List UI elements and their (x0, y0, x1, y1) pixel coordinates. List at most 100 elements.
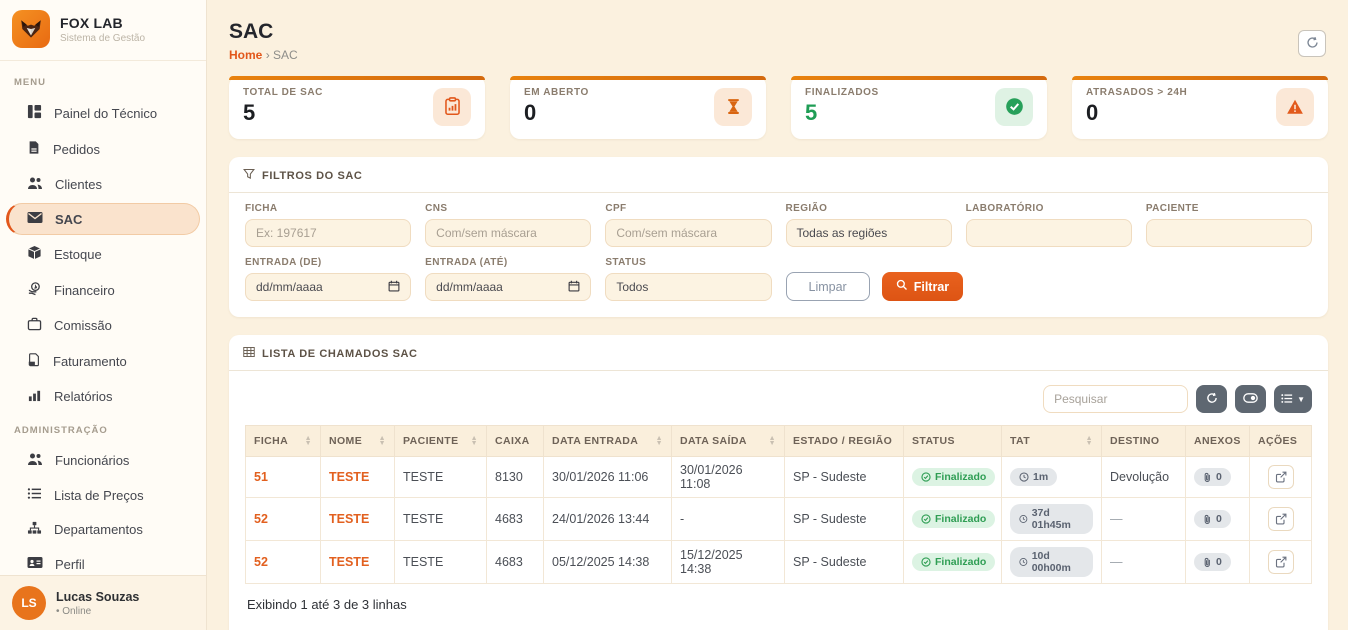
paperclip-icon (1203, 472, 1212, 483)
stat-value-total: 5 (243, 100, 323, 126)
destino-cell: Devolução (1102, 457, 1186, 498)
filter-cpf: CPF (605, 203, 771, 247)
table-row: 52 TESTE TESTE 4683 05/12/2025 14:38 15/… (246, 541, 1312, 584)
sidebar-item-clientes[interactable]: Clientes (6, 168, 200, 201)
search-icon (896, 279, 908, 294)
users-icon (27, 176, 43, 193)
paciente-select[interactable] (1146, 219, 1312, 247)
regiao-select[interactable]: Todas as regiões (786, 219, 952, 247)
entrada-de-date-input[interactable]: dd/mm/aaaa (245, 273, 411, 301)
open-ticket-button[interactable] (1268, 550, 1294, 574)
col-estado-regiao[interactable]: ESTADO / REGIÃO (785, 426, 904, 457)
filter-ficha: FICHA (245, 203, 411, 247)
clear-filters-button[interactable]: Limpar (786, 272, 870, 301)
brand-name: FOX LAB (60, 15, 145, 31)
col-acoes[interactable]: AÇÕES (1250, 426, 1312, 457)
calendar-icon[interactable] (388, 280, 400, 295)
breadcrumb-home-link[interactable]: Home (229, 48, 262, 62)
anexos-badge: 0 (1194, 553, 1231, 571)
filter-entrada-ate: ENTRADA (ATÉ) dd/mm/aaaa (425, 257, 591, 301)
user-profile[interactable]: LS Lucas Souzas • Online (0, 575, 206, 630)
caret-down-icon: ▼ (1297, 395, 1305, 404)
sidebar-item-departamentos[interactable]: Departamentos (6, 513, 200, 546)
external-link-icon (1275, 513, 1287, 525)
toggle-view-button[interactable] (1235, 385, 1266, 413)
status-badge: Finalizado (912, 553, 995, 571)
col-paciente[interactable]: PACIENTE▲▼ (395, 426, 487, 457)
stat-value-em-aberto: 0 (524, 100, 589, 126)
cns-input[interactable] (436, 226, 580, 240)
col-data-saida[interactable]: DATA SAÍDA▲▼ (672, 426, 785, 457)
anexos-badge: 0 (1194, 510, 1231, 528)
paciente-cell: TESTE (395, 498, 487, 541)
col-nome[interactable]: NOME▲▼ (321, 426, 395, 457)
refresh-icon (1206, 392, 1218, 407)
clock-icon (1019, 472, 1029, 482)
col-status[interactable]: STATUS (904, 426, 1002, 457)
col-anexos[interactable]: ANEXOS (1186, 426, 1250, 457)
calendar-icon[interactable] (568, 280, 580, 295)
refresh-table-button[interactable] (1196, 385, 1227, 413)
refresh-page-button[interactable] (1298, 30, 1326, 57)
data-saida-cell: 15/12/2025 14:38 (672, 541, 785, 584)
sidebar-item-relatorios[interactable]: Relatórios (6, 380, 200, 413)
sac-table: FICHA▲▼ NOME▲▼ PACIENTE▲▼ CAIXA DATA ENT… (245, 425, 1312, 584)
destino-cell: — (1102, 498, 1186, 541)
tat-cell: 1m (1002, 457, 1102, 498)
paperclip-icon (1203, 557, 1212, 568)
col-destino[interactable]: DESTINO (1102, 426, 1186, 457)
sidebar-item-comissao[interactable]: Comissão (6, 309, 200, 342)
dashboard-icon (27, 104, 42, 122)
ficha-link[interactable]: 52 (246, 541, 321, 584)
sort-icon: ▲▼ (471, 436, 478, 446)
ficha-link[interactable]: 51 (246, 457, 321, 498)
col-ficha[interactable]: FICHA▲▼ (246, 426, 321, 457)
status-select[interactable]: Todos (605, 273, 771, 301)
users-icon (27, 452, 43, 469)
laboratorio-select[interactable] (966, 219, 1132, 247)
data-entrada-cell: 05/12/2025 14:38 (544, 541, 672, 584)
sort-icon: ▲▼ (379, 436, 386, 446)
stat-card-atrasados: ATRASADOS > 24H 0 (1072, 76, 1328, 139)
document-icon (27, 140, 41, 158)
tat-badge: 10d 00h00m (1010, 547, 1093, 577)
data-entrada-cell: 30/01/2026 11:06 (544, 457, 672, 498)
ficha-input[interactable] (256, 226, 400, 240)
tat-badge: 1m (1010, 468, 1057, 486)
cpf-input[interactable] (616, 226, 760, 240)
apply-filters-button[interactable]: Filtrar (882, 272, 963, 301)
ficha-link[interactable]: 52 (246, 498, 321, 541)
sidebar-item-lista-de-precos[interactable]: Lista de Preços (6, 479, 200, 511)
acoes-cell (1250, 498, 1312, 541)
columns-dropdown-button[interactable]: ▼ (1274, 385, 1312, 413)
entrada-ate-date-input[interactable]: dd/mm/aaaa (425, 273, 591, 301)
anexos-cell: 0 (1186, 457, 1250, 498)
brand: FOX LAB Sistema de Gestão (0, 0, 206, 61)
data-entrada-cell: 24/01/2026 13:44 (544, 498, 672, 541)
sidebar-item-estoque[interactable]: Estoque (6, 237, 200, 271)
sidebar-item-perfil[interactable]: Perfil (6, 548, 200, 575)
tat-cell: 37d 01h45m (1002, 498, 1102, 541)
sidebar-item-financeiro[interactable]: Financeiro (6, 273, 200, 307)
sidebar-item-faturamento[interactable]: Faturamento (6, 344, 200, 378)
col-tat[interactable]: TAT▲▼ (1002, 426, 1102, 457)
open-ticket-button[interactable] (1268, 507, 1294, 531)
sidebar-item-painel-do-tecnico[interactable]: Painel do Técnico (6, 96, 200, 130)
user-name: Lucas Souzas (56, 590, 139, 604)
sidebar-item-pedidos[interactable]: Pedidos (6, 132, 200, 166)
table-toolbar: ▼ (229, 371, 1328, 423)
status-cell: Finalizado (904, 498, 1002, 541)
table-row: 51 TESTE TESTE 8130 30/01/2026 11:06 30/… (246, 457, 1312, 498)
avatar: LS (12, 586, 46, 620)
sidebar-item-funcionarios[interactable]: Funcionários (6, 444, 200, 477)
col-caixa[interactable]: CAIXA (487, 426, 544, 457)
sidebar-item-sac[interactable]: SAC (6, 203, 200, 235)
clock-icon (1019, 557, 1028, 567)
open-ticket-button[interactable] (1268, 465, 1294, 489)
col-data-entrada[interactable]: DATA ENTRADA▲▼ (544, 426, 672, 457)
status-cell: Finalizado (904, 457, 1002, 498)
sidebar-nav: MENU Painel do Técnico Pedidos Clientes … (0, 61, 206, 575)
search-input[interactable] (1043, 385, 1188, 413)
anexos-badge: 0 (1194, 468, 1231, 486)
admin-section-label: ADMINISTRAÇÃO (0, 415, 206, 442)
